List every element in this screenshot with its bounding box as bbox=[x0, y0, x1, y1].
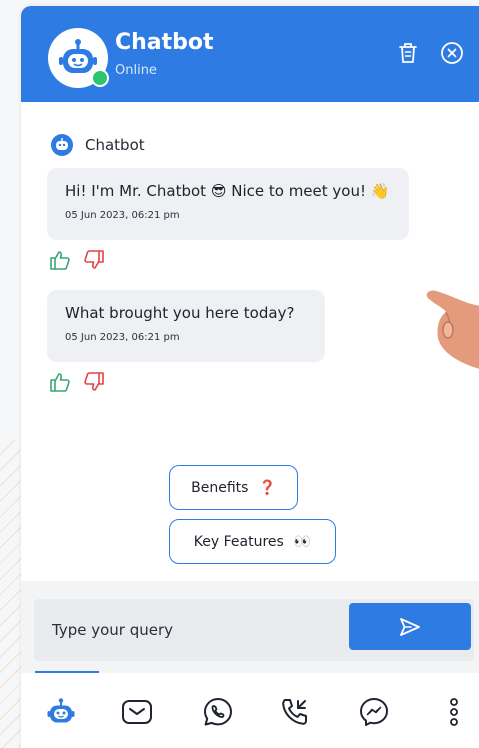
message-text: Hi! I'm Mr. Chatbot 😎 Nice to meet you! … bbox=[65, 182, 390, 200]
online-status-dot bbox=[91, 69, 109, 87]
close-circle-icon bbox=[441, 42, 463, 64]
quick-reply-benefits[interactable]: Benefits ❓ bbox=[169, 465, 298, 510]
chat-title: Chatbot bbox=[115, 30, 214, 55]
eyes-icon: 👀 bbox=[293, 533, 312, 550]
nav-email[interactable] bbox=[120, 695, 154, 729]
dislike-button[interactable] bbox=[83, 371, 105, 393]
message-sender: Chatbot bbox=[51, 134, 145, 156]
phone-icon bbox=[282, 699, 307, 725]
pointing-hand-icon bbox=[426, 290, 479, 369]
message-reactions bbox=[49, 249, 105, 271]
quick-reply-label: Key Features bbox=[193, 533, 284, 550]
chat-header: Chatbot Online bbox=[21, 6, 479, 102]
composer: Type your query bbox=[21, 581, 479, 673]
message-text: What brought you here today? bbox=[65, 304, 295, 322]
nav-chatbot[interactable] bbox=[44, 695, 78, 729]
like-button[interactable] bbox=[49, 249, 71, 271]
message-timestamp: 05 Jun 2023, 06:21 pm bbox=[65, 210, 180, 221]
chat-widget: Chatbot Online Chatbot Hi! I'm Mr. Chatb… bbox=[21, 6, 479, 748]
sender-name: Chatbot bbox=[85, 136, 145, 154]
more-icon bbox=[450, 698, 458, 726]
trash-icon bbox=[399, 43, 417, 63]
like-button[interactable] bbox=[49, 371, 71, 393]
question-mark-icon: ❓ bbox=[258, 479, 276, 496]
send-button[interactable] bbox=[349, 603, 471, 650]
message-reactions bbox=[49, 371, 105, 393]
bot-message: What brought you here today? 05 Jun 2023… bbox=[47, 290, 325, 362]
message-input-placeholder: Type your query bbox=[52, 621, 174, 639]
chatbot-icon bbox=[47, 698, 75, 723]
clear-chat-button[interactable] bbox=[395, 40, 421, 66]
message-timestamp: 05 Jun 2023, 06:21 pm bbox=[65, 332, 180, 343]
messenger-icon bbox=[360, 698, 388, 726]
nav-messenger[interactable] bbox=[357, 695, 391, 729]
thumbs-up-icon bbox=[50, 373, 70, 392]
chat-status: Online bbox=[115, 63, 157, 78]
bot-message: Hi! I'm Mr. Chatbot 😎 Nice to meet you! … bbox=[47, 168, 409, 240]
quick-reply-key-features[interactable]: Key Features 👀 bbox=[169, 519, 336, 564]
quick-reply-label: Benefits bbox=[191, 479, 249, 496]
thumbs-down-icon bbox=[84, 372, 104, 391]
bottom-nav bbox=[21, 673, 479, 748]
whatsapp-icon bbox=[204, 698, 232, 726]
send-icon bbox=[400, 617, 420, 636]
email-icon bbox=[122, 700, 152, 724]
nav-more[interactable] bbox=[437, 695, 471, 729]
nav-phone[interactable] bbox=[278, 695, 312, 729]
thumbs-down-icon bbox=[84, 250, 104, 269]
robot-icon bbox=[51, 134, 73, 156]
thumbs-up-icon bbox=[50, 251, 70, 270]
close-chat-button[interactable] bbox=[439, 40, 465, 66]
nav-whatsapp[interactable] bbox=[201, 695, 235, 729]
dislike-button[interactable] bbox=[83, 249, 105, 271]
